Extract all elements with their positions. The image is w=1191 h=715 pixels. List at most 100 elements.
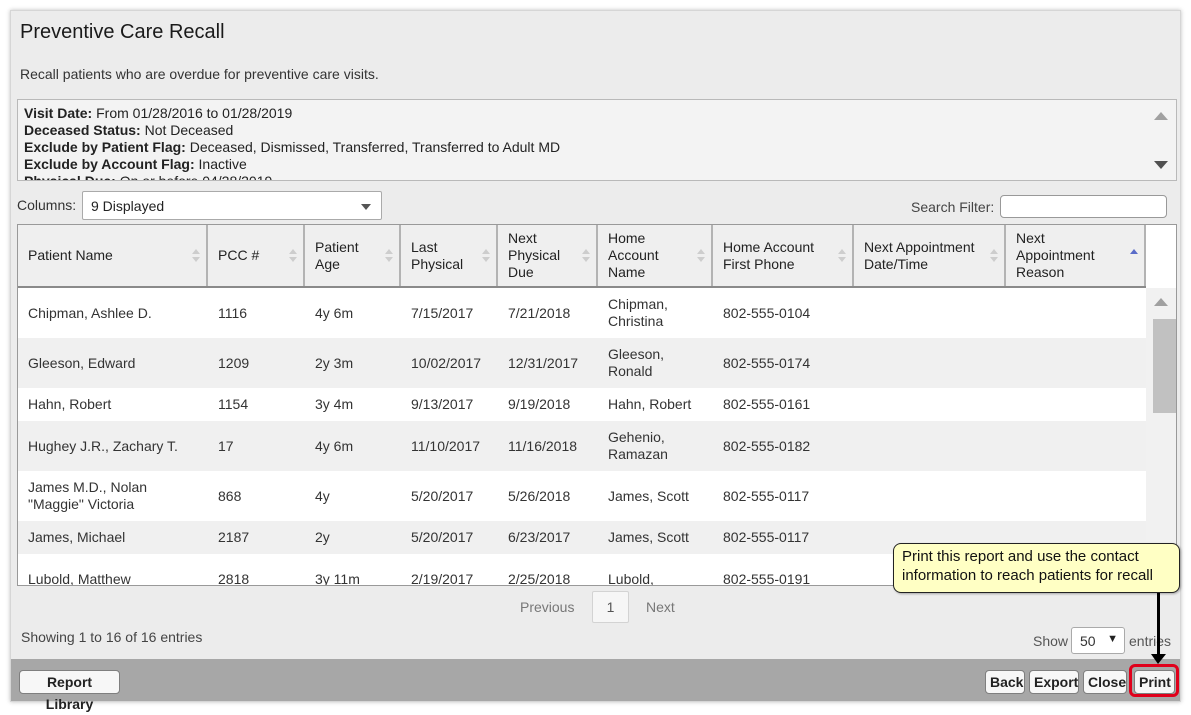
column-header-label: Next Physical Due bbox=[508, 230, 561, 280]
table-cell: 2/19/2017 bbox=[411, 570, 474, 586]
table-cell bbox=[854, 388, 1006, 421]
table-cell: 5/20/2017 bbox=[411, 487, 474, 504]
table-cell: Lubold, bbox=[608, 570, 654, 586]
column-header-label: Home Account First Phone bbox=[723, 238, 815, 272]
criteria-value: On or before 04/28/2019 bbox=[119, 173, 273, 181]
scrollbar-thumb[interactable] bbox=[1153, 319, 1176, 413]
page-size-select[interactable]: 50 ▼ bbox=[1071, 627, 1125, 654]
search-filter-label: Search Filter: bbox=[911, 199, 995, 215]
table-cell bbox=[1006, 288, 1146, 338]
table-cell: 10/02/2017 bbox=[411, 354, 482, 371]
entries-label: entries bbox=[1129, 633, 1172, 649]
table-cell: 5/20/2017 bbox=[411, 529, 474, 545]
table-cell: Lubold, Matthew bbox=[28, 570, 131, 586]
table-cell: 868 bbox=[218, 487, 242, 504]
report-library-button[interactable]: Report Library bbox=[19, 670, 120, 712]
search-filter-input[interactable] bbox=[1000, 195, 1167, 218]
table-cell: 7/21/2018 bbox=[508, 304, 571, 321]
table-scrollbar[interactable] bbox=[1146, 288, 1176, 585]
table-cell: 802-555-0104 bbox=[723, 304, 811, 321]
table-cell: 4y 6m bbox=[315, 437, 354, 454]
table-header: Patient Name PCC # Patient Age Last Physica… bbox=[18, 225, 1146, 288]
table-cell: 2187 bbox=[218, 529, 250, 545]
table-cell: Chipman, Ashlee D. bbox=[28, 304, 152, 321]
table-cell bbox=[854, 471, 1006, 521]
table-cell: 12/31/2017 bbox=[508, 354, 579, 371]
table-cell bbox=[1006, 388, 1146, 421]
table-cell bbox=[1006, 471, 1146, 521]
table-cell bbox=[854, 338, 1006, 388]
table-cell: 802-555-0191 bbox=[723, 570, 811, 586]
table-row[interactable]: Hahn, Robert 1154 3y 4m 9/13/2017 9/19/2018 H… bbox=[18, 388, 1146, 421]
column-header-label: Next Appointment Date/Time bbox=[864, 238, 975, 272]
arrow-down-icon bbox=[1151, 654, 1166, 664]
page-title: Preventive Care Recall bbox=[20, 21, 225, 43]
table-cell: 11/10/2017 bbox=[411, 437, 481, 454]
column-header[interactable]: Next Appointment Date/Time bbox=[854, 225, 1006, 286]
sort-icon bbox=[582, 249, 590, 263]
previous-page-link[interactable]: Previous bbox=[520, 599, 574, 615]
next-page-link[interactable]: Next bbox=[646, 599, 675, 615]
scroll-up-arrow-icon[interactable] bbox=[1154, 298, 1168, 306]
sort-icon bbox=[289, 249, 297, 263]
table-cell: James, Scott bbox=[608, 487, 689, 504]
print-button[interactable]: Print bbox=[1134, 670, 1175, 694]
page-size-value: 50 bbox=[1080, 633, 1096, 649]
table-cell: 9/19/2018 bbox=[508, 396, 571, 412]
column-header-label: Next Appointment Reason bbox=[1016, 230, 1095, 280]
table-row[interactable]: Hughey J.R., Zachary T. 17 4y 6m 11/10/2017… bbox=[18, 421, 1146, 471]
column-header[interactable]: PCC # bbox=[208, 225, 305, 286]
table-cell: 3y 11m bbox=[315, 570, 360, 586]
chevron-down-icon bbox=[361, 204, 371, 210]
export-button[interactable]: Export bbox=[1029, 670, 1079, 694]
column-header-label: Patient Name bbox=[28, 247, 113, 263]
table-row[interactable]: James M.D., Nolan "Maggie" Victoria 868 4y… bbox=[18, 471, 1146, 521]
table-cell: 3y 4m bbox=[315, 396, 354, 412]
column-header[interactable]: Last Physical bbox=[401, 225, 498, 286]
table-cell: 2y bbox=[315, 529, 330, 545]
table-cell: 802-555-0117 bbox=[723, 529, 810, 545]
caret-down-icon: ▼ bbox=[1107, 633, 1118, 645]
page-1-button[interactable]: 1 bbox=[592, 591, 629, 623]
table-row[interactable]: Gleeson, Edward 1209 2y 3m 10/02/2017 12/31/… bbox=[18, 338, 1146, 388]
scroll-down-arrow-icon[interactable] bbox=[1154, 161, 1168, 169]
column-header[interactable]: Next Appointment Reason bbox=[1006, 225, 1146, 286]
table-cell bbox=[854, 421, 1006, 471]
table-cell: 1209 bbox=[218, 354, 250, 371]
table-cell: 802-555-0117 bbox=[723, 487, 810, 504]
column-header[interactable]: Home Account First Phone bbox=[713, 225, 854, 286]
table-cell: Gehenio, Ramazan bbox=[608, 429, 668, 462]
column-header[interactable]: Patient Name bbox=[18, 225, 208, 286]
table-cell: Hahn, Robert bbox=[28, 396, 112, 412]
table-cell: 802-555-0161 bbox=[723, 396, 811, 412]
back-button[interactable]: Back bbox=[985, 670, 1025, 694]
column-header[interactable]: Patient Age bbox=[305, 225, 401, 286]
table-cell: 6/23/2017 bbox=[508, 529, 571, 545]
columns-label: Columns: bbox=[17, 197, 77, 213]
scroll-up-arrow-icon[interactable] bbox=[1154, 112, 1168, 120]
table-row[interactable]: Chipman, Ashlee D. 1116 4y 6m 7/15/2017 7/21… bbox=[18, 288, 1146, 338]
table-cell: 2y 3m bbox=[315, 354, 354, 371]
criteria-value: Not Deceased bbox=[144, 122, 234, 138]
sort-icon bbox=[482, 249, 490, 263]
table-body: Chipman, Ashlee D. 1116 4y 6m 7/15/2017 7/21… bbox=[18, 288, 1146, 585]
table-cell: 4y bbox=[315, 487, 330, 504]
criteria-item: Exclude by Patient Flag: Deceased, Dismi… bbox=[24, 139, 1146, 156]
recall-table: Patient Name PCC # Patient Age Last Physica… bbox=[17, 224, 1177, 586]
print-callout: Print this report and use the contact in… bbox=[893, 543, 1180, 593]
sort-icon bbox=[838, 249, 846, 263]
sort-icon bbox=[385, 249, 393, 263]
columns-dropdown[interactable]: 9 Displayed bbox=[82, 191, 382, 220]
criteria-panel[interactable]: Visit Date: From 01/28/2016 to 01/28/201… bbox=[17, 99, 1177, 181]
criteria-item: Physical Due: On or before 04/28/2019 bbox=[24, 173, 1146, 181]
column-header-label: Patient Age bbox=[315, 238, 359, 272]
table-cell: 4y 6m bbox=[315, 304, 354, 321]
column-header[interactable]: Next Physical Due bbox=[498, 225, 598, 286]
table-cell: Gleeson, Edward bbox=[28, 354, 136, 371]
column-header[interactable]: Home Account Name bbox=[598, 225, 713, 286]
close-button[interactable]: Close bbox=[1083, 670, 1127, 694]
criteria-label: Visit Date: bbox=[24, 105, 93, 121]
show-label: Show bbox=[1033, 633, 1069, 649]
table-cell: James M.D., Nolan "Maggie" Victoria bbox=[28, 479, 148, 512]
criteria-item: Exclude by Account Flag: Inactive bbox=[24, 156, 1146, 173]
